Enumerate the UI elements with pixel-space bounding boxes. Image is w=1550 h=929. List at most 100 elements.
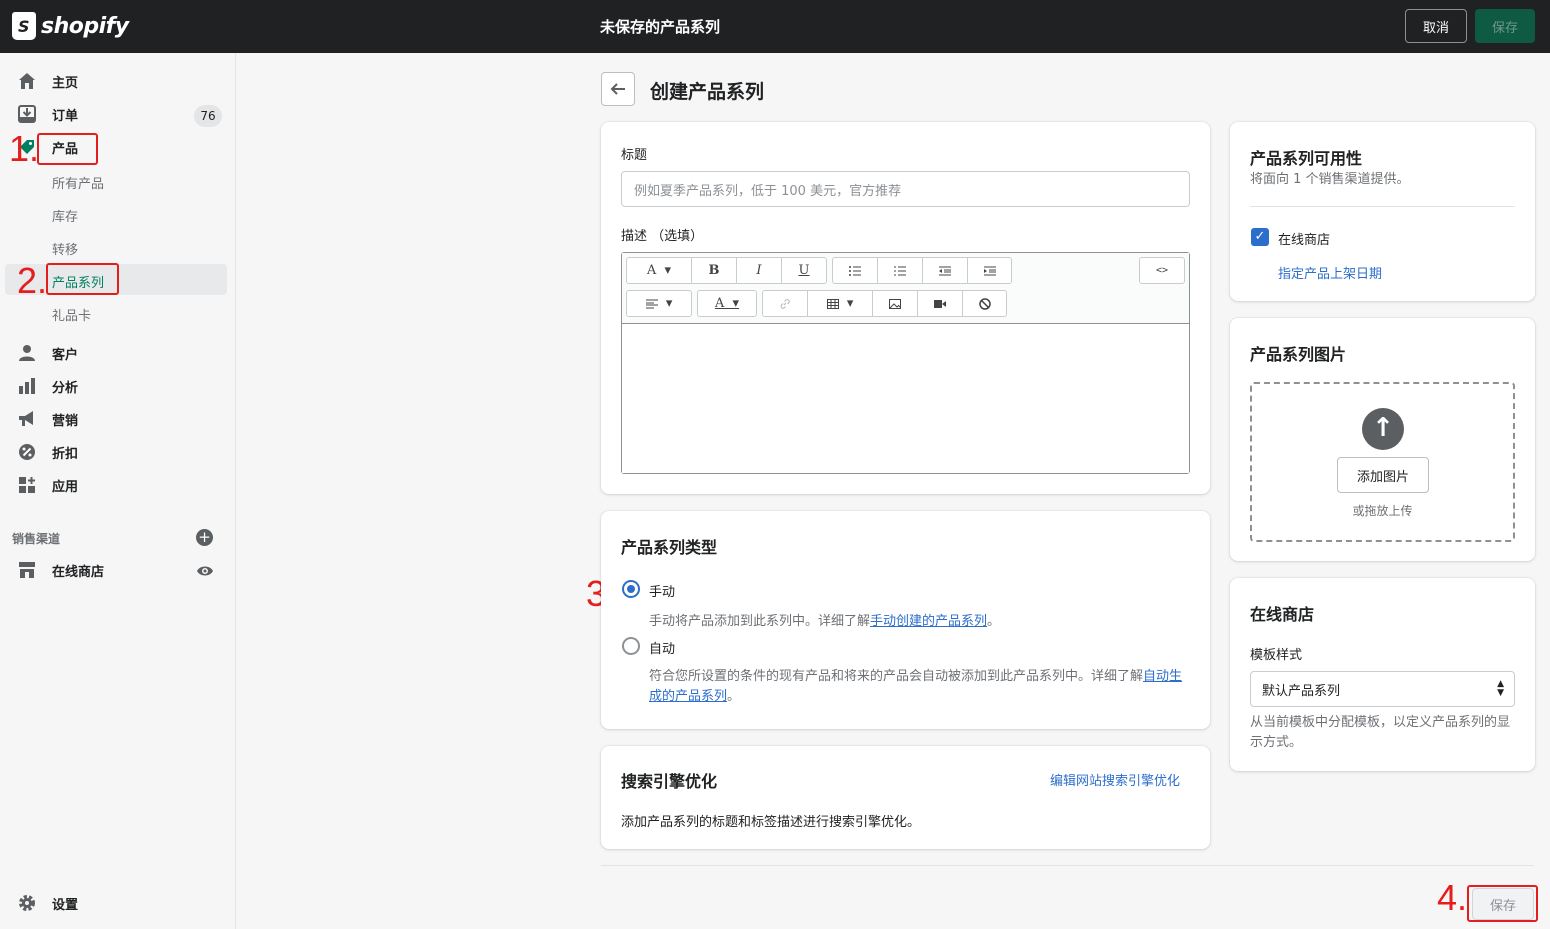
sidebar-item-label: 主页 (52, 75, 79, 91)
sidebar-sub-label: 礼品卡 (52, 309, 92, 324)
collection-image-heading: 产品系列图片 (1250, 345, 1347, 364)
sidebar-item-home[interactable]: 主页 (0, 66, 236, 96)
online-store-heading: 在线商店 (1250, 605, 1315, 624)
sidebar-sub-label: 所有产品 (52, 177, 105, 192)
home-icon (17, 71, 37, 91)
underline-button[interactable]: U (782, 258, 826, 283)
arrow-left-icon (610, 83, 625, 95)
apps-icon (17, 475, 37, 495)
automated-radio[interactable] (622, 637, 640, 655)
sidebar-sub-gift-cards[interactable]: 礼品卡 (0, 298, 236, 328)
add-channel-plus-icon[interactable]: + (196, 529, 213, 546)
add-image-button[interactable]: 添加图片 (1337, 457, 1429, 493)
drop-hint: 或拖放上传 (1352, 504, 1413, 518)
italic-button[interactable]: I (737, 258, 782, 283)
video-icon[interactable] (918, 291, 963, 316)
title-input[interactable]: 例如夏季产品系列，低于 100 美元，官方推荐 (621, 171, 1190, 207)
auto-help-suffix: 。 (727, 689, 741, 704)
select-arrows-icon: ▲ ▼ (1497, 679, 1504, 698)
top-bar: shopify 未保存的产品系列 取消 保存 (0, 0, 1550, 53)
unsaved-title: 未保存的产品系列 (600, 18, 721, 36)
manual-radio[interactable] (622, 580, 640, 598)
text-color-dropdown[interactable]: A ▾ (698, 291, 756, 316)
online-store-checkbox[interactable]: ✓ (1251, 228, 1269, 246)
annotation-number-4: 4. (1437, 877, 1468, 918)
seo-heading: 搜索引擎优化 (621, 772, 718, 791)
image-icon[interactable] (873, 291, 918, 316)
template-label: 模板样式 (1250, 648, 1303, 663)
toolbar-group-align: ▾ (626, 290, 692, 317)
annotation-number-1: 1. (9, 128, 40, 169)
bold-button[interactable]: B (692, 258, 737, 283)
sidebar-item-customers[interactable]: 客户 (0, 338, 236, 368)
sidebar-item-analytics[interactable]: 分析 (0, 371, 236, 401)
page-title: 创建产品系列 (650, 81, 765, 103)
automated-help-text: 符合您所设置的条件的现有产品和将来的产品会自动被添加到此产品系列中。详细了解自动… (649, 667, 1194, 707)
discounts-icon (17, 442, 37, 462)
template-select[interactable]: 默认产品系列 ▲ ▼ (1250, 671, 1515, 707)
shopify-logo[interactable]: shopify (12, 12, 129, 40)
html-source-icon[interactable]: <> (1140, 258, 1184, 283)
analytics-icon (17, 376, 37, 396)
sidebar-sub-all-products[interactable]: 所有产品 (0, 166, 236, 196)
store-icon (17, 560, 37, 580)
link-icon[interactable] (763, 291, 808, 316)
seo-card (601, 746, 1210, 849)
title-label: 标题 (621, 148, 648, 163)
sidebar-item-discounts[interactable]: 折扣 (0, 437, 236, 467)
sidebar-item-label: 分析 (52, 380, 79, 396)
back-button[interactable] (601, 72, 635, 106)
edit-seo-link[interactable]: 编辑网站搜索引擎优化 (1050, 770, 1180, 789)
shopify-bag-icon (12, 12, 36, 40)
availability-divider (1250, 206, 1515, 207)
save-button-bottom[interactable]: 保存 (1472, 888, 1534, 920)
toolbar-group-color: A ▾ (697, 290, 757, 317)
gear-icon (17, 893, 37, 913)
toolbar-group-lists (832, 257, 1012, 284)
bullet-list-icon[interactable] (833, 258, 878, 283)
table-dropdown[interactable]: ▾ (808, 291, 873, 316)
sidebar-item-label: 订单 (52, 108, 79, 124)
editor-content-area[interactable] (622, 325, 1189, 473)
sidebar: 主页 订单 76 产品 所有产品 库存 转移 产品系列 礼品卡 客户 分析 营销… (0, 53, 236, 929)
manual-collections-link[interactable]: 手动创建的产品系列 (870, 614, 987, 629)
schedule-availability-link[interactable]: 指定产品上架日期 (1278, 263, 1382, 282)
availability-heading: 产品系列可用性 (1250, 149, 1363, 168)
font-style-dropdown[interactable]: A ▾ (627, 258, 692, 283)
annotation-number-2: 2. (17, 260, 48, 301)
outdent-icon[interactable] (923, 258, 968, 283)
orders-icon (17, 104, 37, 124)
sidebar-item-apps[interactable]: 应用 (0, 470, 236, 500)
automated-radio-label: 自动 (649, 642, 676, 657)
sidebar-item-marketing[interactable]: 营销 (0, 404, 236, 434)
indent-icon[interactable] (968, 258, 1011, 283)
sidebar-sub-transfers[interactable]: 转移 (0, 232, 236, 262)
template-help-text: 从当前模板中分配模板，以定义产品系列的显示方式。 (1250, 715, 1511, 750)
save-button-top[interactable]: 保存 (1475, 9, 1535, 43)
sidebar-item-label: 设置 (52, 897, 79, 913)
view-store-eye-icon[interactable] (196, 562, 214, 580)
customers-icon (17, 343, 37, 363)
cancel-button[interactable]: 取消 (1405, 9, 1467, 43)
toolbar-group-text-style: A ▾ B I U (626, 257, 827, 284)
online-store-channel-label: 在线商店 (1278, 233, 1331, 248)
annotation-box-products (37, 133, 98, 165)
seo-help-text: 添加产品系列的标题和标签描述进行搜索引擎优化。 (621, 815, 921, 830)
align-dropdown[interactable]: ▾ (627, 291, 691, 316)
availability-subtext: 将面向 1 个销售渠道提供。 (1250, 172, 1410, 187)
manual-help-prefix: 手动将产品添加到此系列中。详细了解 (649, 614, 871, 629)
manual-help-text: 手动将产品添加到此系列中。详细了解手动创建的产品系列。 (649, 610, 1000, 629)
collection-type-heading: 产品系列类型 (621, 538, 718, 557)
sidebar-sub-inventory[interactable]: 库存 (0, 199, 236, 229)
numbered-list-icon[interactable] (878, 258, 923, 283)
footer-divider (601, 865, 1534, 866)
manual-radio-label: 手动 (649, 585, 676, 600)
sidebar-item-label: 营销 (52, 413, 79, 429)
template-select-value: 默认产品系列 (1262, 683, 1341, 699)
sidebar-item-settings[interactable]: 设置 (0, 888, 236, 918)
clear-format-icon[interactable] (963, 291, 1006, 316)
image-dropzone[interactable]: ↑ 添加图片 或拖放上传 (1250, 382, 1515, 542)
toolbar-group-html: <> (1139, 257, 1185, 284)
auto-help-prefix: 符合您所设置的条件的现有产品和将来的产品会自动被添加到此产品系列中。详细了解 (649, 669, 1144, 684)
description-label: 描述 （选填） (621, 229, 704, 244)
